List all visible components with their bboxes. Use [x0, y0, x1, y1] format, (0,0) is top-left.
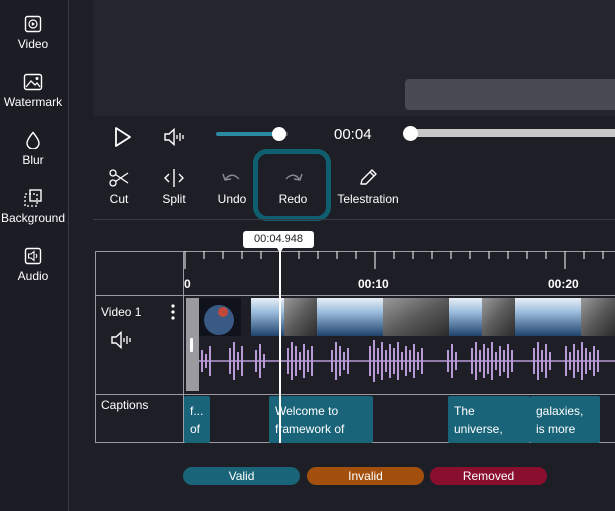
seek-bar[interactable]: [410, 129, 615, 137]
editor-app: Video Watermark Blur Background Audio 00…: [0, 0, 615, 511]
current-time: 00:04: [334, 126, 372, 143]
playhead-line[interactable]: [279, 245, 281, 443]
split-button[interactable]: Split: [160, 168, 188, 206]
track-menu-button[interactable]: [171, 304, 175, 322]
caption-text: Welcome to framework of: [275, 404, 345, 436]
play-button[interactable]: [113, 126, 133, 153]
legend-valid: Valid: [183, 467, 300, 485]
caption-segment[interactable]: Welcome to framework of: [269, 396, 373, 443]
volume-button[interactable]: [163, 126, 187, 153]
sidebar-item-background[interactable]: Background: [0, 189, 66, 225]
cut-button[interactable]: Cut: [106, 168, 132, 206]
timeline-row-divider: [95, 394, 615, 395]
caption-segment[interactable]: f... of: [184, 396, 210, 443]
legend-removed: Removed: [430, 467, 547, 485]
audio-icon: [24, 247, 42, 265]
scissors-icon: [109, 169, 129, 187]
telestration-label: Telestration: [337, 192, 399, 206]
split-label: Split: [162, 192, 186, 206]
sidebar-item-video[interactable]: Video: [0, 15, 66, 51]
speaker-icon: [164, 127, 184, 147]
cut-label: Cut: [109, 192, 129, 206]
speaker-icon: [111, 330, 131, 350]
volume-slider-thumb[interactable]: [272, 127, 286, 141]
kebab-menu-icon: [171, 304, 175, 320]
undo-button[interactable]: Undo: [216, 168, 248, 206]
video-thumbnails[interactable]: [199, 298, 615, 336]
sidebar-item-watermark[interactable]: Watermark: [0, 73, 66, 109]
play-icon: [115, 127, 131, 147]
seek-thumb[interactable]: [403, 126, 418, 141]
ruler-label: 00:20: [548, 277, 579, 291]
legend-invalid: Invalid: [307, 467, 424, 485]
ruler-label: 0: [184, 277, 191, 291]
redo-highlight-ring: [253, 149, 331, 221]
sidebar-item-label: Video: [17, 37, 49, 51]
undo-label: Undo: [217, 192, 247, 206]
undo-icon: [222, 173, 240, 181]
sidebar-item-blur[interactable]: Blur: [0, 131, 66, 167]
video-track-label: Video 1: [101, 305, 142, 319]
caption-text: galaxies, is more: [536, 404, 584, 436]
background-icon: [24, 189, 42, 207]
caption-text: The universe,: [454, 404, 503, 436]
captions-track-label: Captions: [101, 398, 149, 412]
telestration-button[interactable]: Telestration: [336, 168, 400, 206]
split-icon: [164, 169, 184, 187]
caption-text: f... of: [190, 404, 204, 436]
sidebar-item-label: Background: [0, 211, 66, 225]
sidebar-item-label: Watermark: [3, 95, 63, 109]
timeline-row-divider: [95, 295, 615, 296]
video-icon: [24, 15, 42, 33]
playhead-time: 00:04.948: [243, 231, 314, 248]
watermark-icon: [23, 73, 43, 91]
sidebar-item-audio[interactable]: Audio: [0, 247, 66, 283]
ruler-label: 00:10: [358, 277, 389, 291]
audio-waveform[interactable]: [199, 336, 615, 386]
clip-trim-grip[interactable]: [190, 338, 193, 352]
toolbar-divider: [93, 219, 615, 220]
pencil-icon: [360, 169, 377, 185]
volume-slider-fill[interactable]: [216, 132, 280, 136]
caption-segment[interactable]: galaxies, is more: [530, 396, 600, 443]
left-sidebar: Video Watermark Blur Background Audio: [0, 0, 69, 511]
track-mute-button[interactable]: [110, 330, 134, 355]
blur-icon: [26, 131, 40, 149]
caption-segment[interactable]: The universe,: [448, 396, 530, 443]
sidebar-item-label: Blur: [22, 153, 44, 167]
sidebar-item-label: Audio: [17, 269, 49, 283]
preview-overlay-bar: [405, 79, 615, 110]
